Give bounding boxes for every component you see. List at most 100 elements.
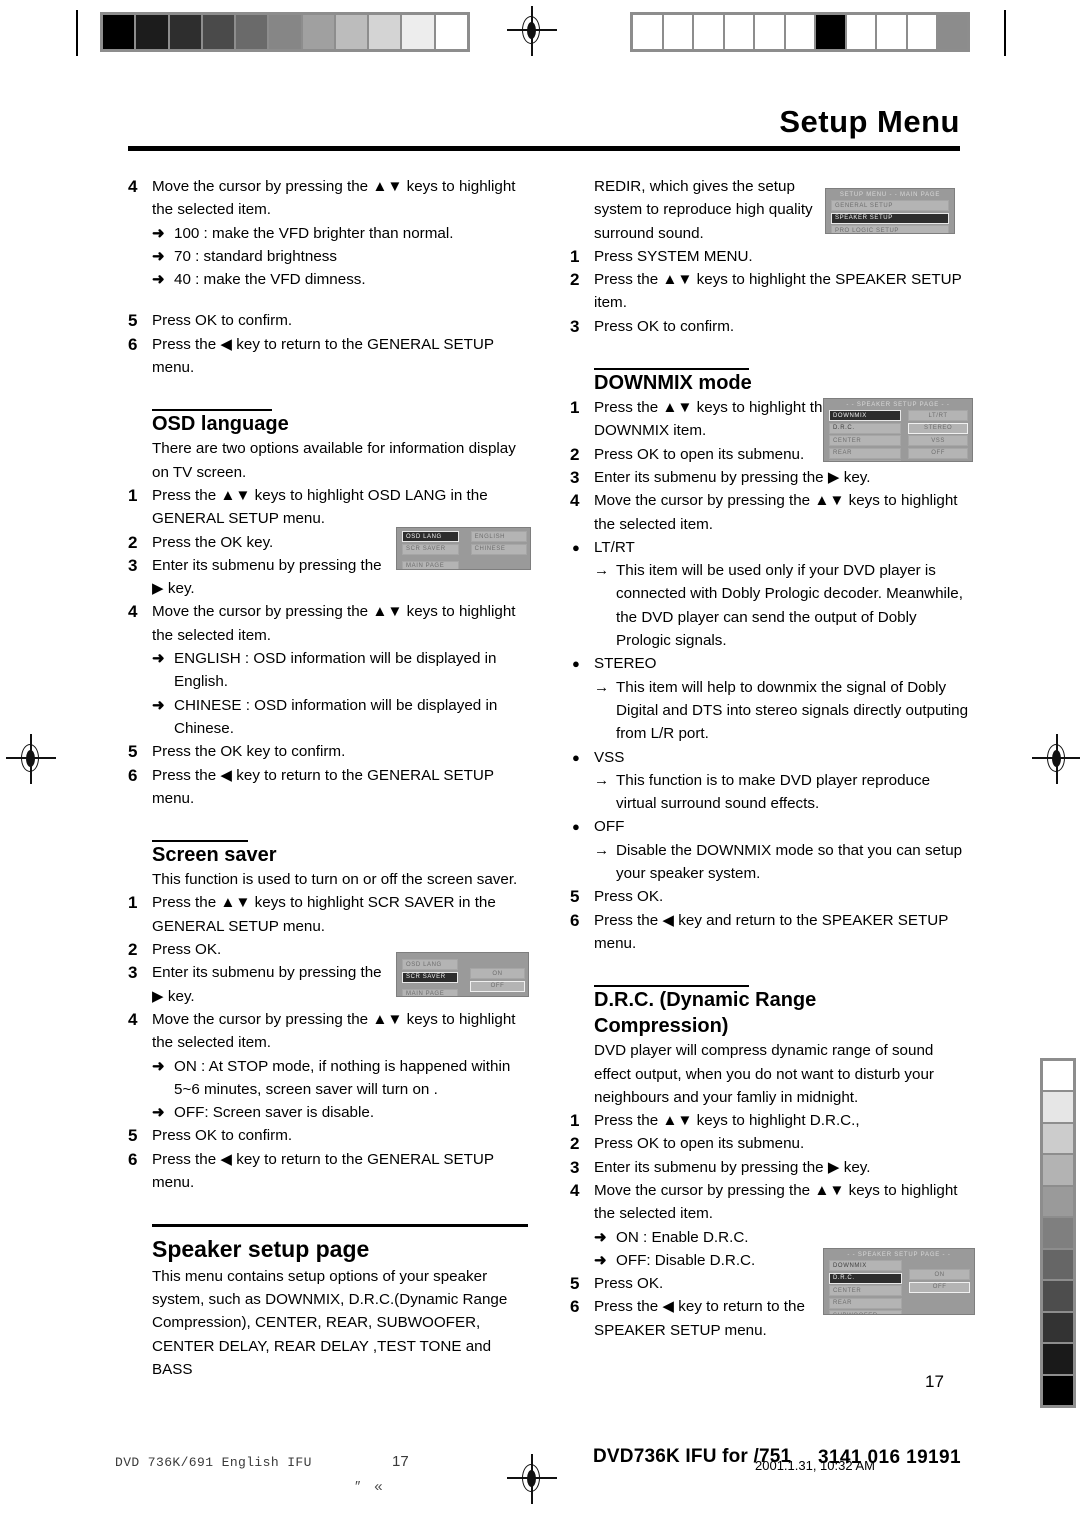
osd-title: - - SPEAKER SETUP PAGE - - bbox=[846, 402, 950, 408]
step-item: 3 Press OK to confirm. bbox=[570, 315, 970, 338]
step-number: 3 bbox=[128, 555, 138, 575]
calibration-swatch bbox=[102, 14, 136, 50]
step-text: Press the ◀ key to return to the GENERAL… bbox=[152, 335, 494, 377]
calibration-swatch bbox=[201, 14, 236, 50]
osd-menu-item: PRO LOGIC SETUP bbox=[831, 225, 949, 233]
calibration-swatch bbox=[754, 14, 785, 50]
calibration-swatch bbox=[815, 14, 846, 50]
osd-menu-item-selected: D.R.C. bbox=[829, 1272, 902, 1284]
arrow-icon: ➜ bbox=[152, 650, 165, 668]
step-number: 5 bbox=[128, 1126, 138, 1146]
arrow-icon: → bbox=[594, 841, 610, 859]
step-number: 6 bbox=[128, 1149, 138, 1169]
calibration-swatch bbox=[1042, 1248, 1074, 1281]
calibration-swatch bbox=[235, 14, 269, 50]
osd-option-item: OFF bbox=[907, 447, 969, 459]
option-text: 100 : make the VFD brighter than normal. bbox=[174, 224, 454, 242]
step-number: 5 bbox=[128, 742, 138, 762]
osd-menu-item: SUBWOOFER bbox=[829, 1310, 902, 1314]
step-number: 1 bbox=[128, 893, 138, 913]
arrow-icon: ➜ bbox=[594, 1228, 607, 1246]
option-item: ➜ 40 : make the VFD dimness. bbox=[128, 268, 528, 291]
section-heading-osd-language: OSD language bbox=[152, 413, 289, 436]
option-text: 70 : standard brightness bbox=[174, 247, 337, 265]
step-text: Move the cursor by pressing the ▲▼ keys … bbox=[152, 1010, 516, 1052]
osd-screenshot-screen-saver: OSD LANG SCR SAVER MAIN PAGE ON OFF SCRE… bbox=[396, 952, 529, 997]
calibration-strip-top-left bbox=[100, 12, 470, 52]
osd-screenshot-speaker-drc: - - SPEAKER SETUP PAGE - - DOWNMIX D.R.C… bbox=[823, 1248, 975, 1315]
step-text: Press the ▲▼ keys to highlight OSD LANG … bbox=[152, 486, 488, 528]
step-text: Press the OK key to confirm. bbox=[152, 743, 346, 761]
calibration-swatch bbox=[334, 14, 369, 50]
option-text: Disable the DOWNMIX mode so that you can… bbox=[616, 841, 963, 883]
footer-quote-marks: ″« bbox=[355, 1478, 397, 1495]
step-text: Press the ▲▼ keys to highlight D.R.C., bbox=[594, 1112, 860, 1130]
osd-menu-item-selected: SPEAKER SETUP bbox=[831, 212, 949, 224]
step-number: 2 bbox=[128, 940, 138, 960]
osd-option-item: ON bbox=[469, 968, 526, 979]
step-item: 5 Press OK. bbox=[570, 885, 970, 908]
step-text: Enter its submenu by pressing the ▶ key. bbox=[594, 468, 871, 486]
osd-menu-item: DOWNMIX bbox=[829, 1260, 902, 1271]
osd-menu-item: SUBWOOFER bbox=[829, 460, 901, 461]
osd-menu-item-selected: SCR SAVER bbox=[402, 971, 458, 983]
step-item: 5 Press OK to confirm. bbox=[128, 1124, 528, 1147]
calibration-swatch bbox=[845, 14, 877, 50]
calibration-swatch bbox=[1042, 1343, 1074, 1375]
step-item: 4 Move the cursor by pressing the ▲▼ key… bbox=[128, 1008, 528, 1055]
step-item: 1 Press the ▲▼ keys to highlight OSD LAN… bbox=[128, 484, 528, 531]
osd-option-item: ON bbox=[908, 1269, 971, 1280]
osd-menu-item-selected: OSD LANG bbox=[402, 531, 459, 542]
osd-option-item: LT/RT bbox=[907, 410, 969, 421]
calibration-swatch bbox=[662, 14, 694, 50]
option-text: OFF: Screen saver is disable. bbox=[174, 1104, 375, 1122]
calibration-swatch bbox=[434, 14, 468, 50]
bullet-item: ● STEREO bbox=[570, 652, 970, 675]
crop-mark-top-right bbox=[1004, 10, 1006, 56]
calibration-swatch bbox=[401, 14, 435, 50]
step-number: 3 bbox=[128, 963, 138, 983]
osd-menu-item: CENTER bbox=[829, 1285, 902, 1296]
step-number: 6 bbox=[128, 334, 138, 354]
bullet-label: LT/RT bbox=[594, 538, 635, 556]
section-heading-speaker-setup: Speaker setup page bbox=[152, 1235, 370, 1262]
step-number: 5 bbox=[570, 1274, 580, 1294]
osd-menu-item: SCR SAVER bbox=[402, 543, 459, 555]
step-item: 4 Move the cursor by pressing the ▲▼ key… bbox=[570, 489, 970, 536]
registration-mark-left bbox=[6, 734, 56, 784]
step-number: 4 bbox=[570, 1180, 580, 1200]
option-item: ➜ OFF: Screen saver is disable. bbox=[128, 1101, 528, 1124]
osd-menu-item: MAIN PAGE bbox=[402, 988, 458, 996]
step-item: 1 Press the ▲▼ keys to highlight SCR SAV… bbox=[128, 891, 528, 938]
section-heading-screen-saver: Screen saver bbox=[152, 844, 277, 867]
bullet-item: ● VSS bbox=[570, 746, 970, 769]
calibration-swatch bbox=[268, 14, 302, 50]
bullet-label: OFF bbox=[594, 818, 625, 836]
osd-option-item: ENGLISH bbox=[470, 531, 528, 542]
calibration-swatch bbox=[693, 14, 724, 50]
osd-menu-item: OSD LANG bbox=[402, 959, 458, 970]
option-item: ➜ ON : Enable D.R.C. bbox=[570, 1226, 970, 1249]
step-item: 4 Move the cursor by pressing the ▲▼ key… bbox=[570, 1179, 970, 1226]
bullet-icon: ● bbox=[572, 819, 580, 835]
crop-mark-top-left bbox=[76, 10, 78, 56]
calibration-swatch bbox=[368, 14, 402, 50]
arrow-icon: ➜ bbox=[152, 271, 165, 289]
calibration-swatch bbox=[784, 14, 816, 50]
step-item: 4 Move the cursor by pressing the ▲▼ key… bbox=[128, 600, 528, 647]
step-number: 6 bbox=[570, 910, 580, 930]
step-item: 1 Press the ▲▼ keys to highlight D.R.C., bbox=[570, 1109, 970, 1132]
option-text: This item will help to downmix the signa… bbox=[616, 678, 969, 743]
option-text: This function is to make DVD player repr… bbox=[616, 771, 931, 813]
step-text: Enter its submenu by pressing the ▶ key. bbox=[594, 1158, 871, 1176]
step-number: 6 bbox=[128, 765, 138, 785]
step-number: 2 bbox=[570, 270, 580, 290]
arrow-icon: ➜ bbox=[152, 224, 165, 242]
step-number: 2 bbox=[570, 444, 580, 464]
bullet-icon: ● bbox=[572, 656, 580, 672]
option-item: ➜ CHINESE : OSD information will be disp… bbox=[128, 694, 528, 741]
step-text: Move the cursor by pressing the ▲▼ keys … bbox=[594, 1181, 958, 1223]
step-number: 1 bbox=[570, 246, 580, 266]
calibration-swatch bbox=[1042, 1154, 1074, 1186]
step-number: 6 bbox=[570, 1297, 580, 1317]
